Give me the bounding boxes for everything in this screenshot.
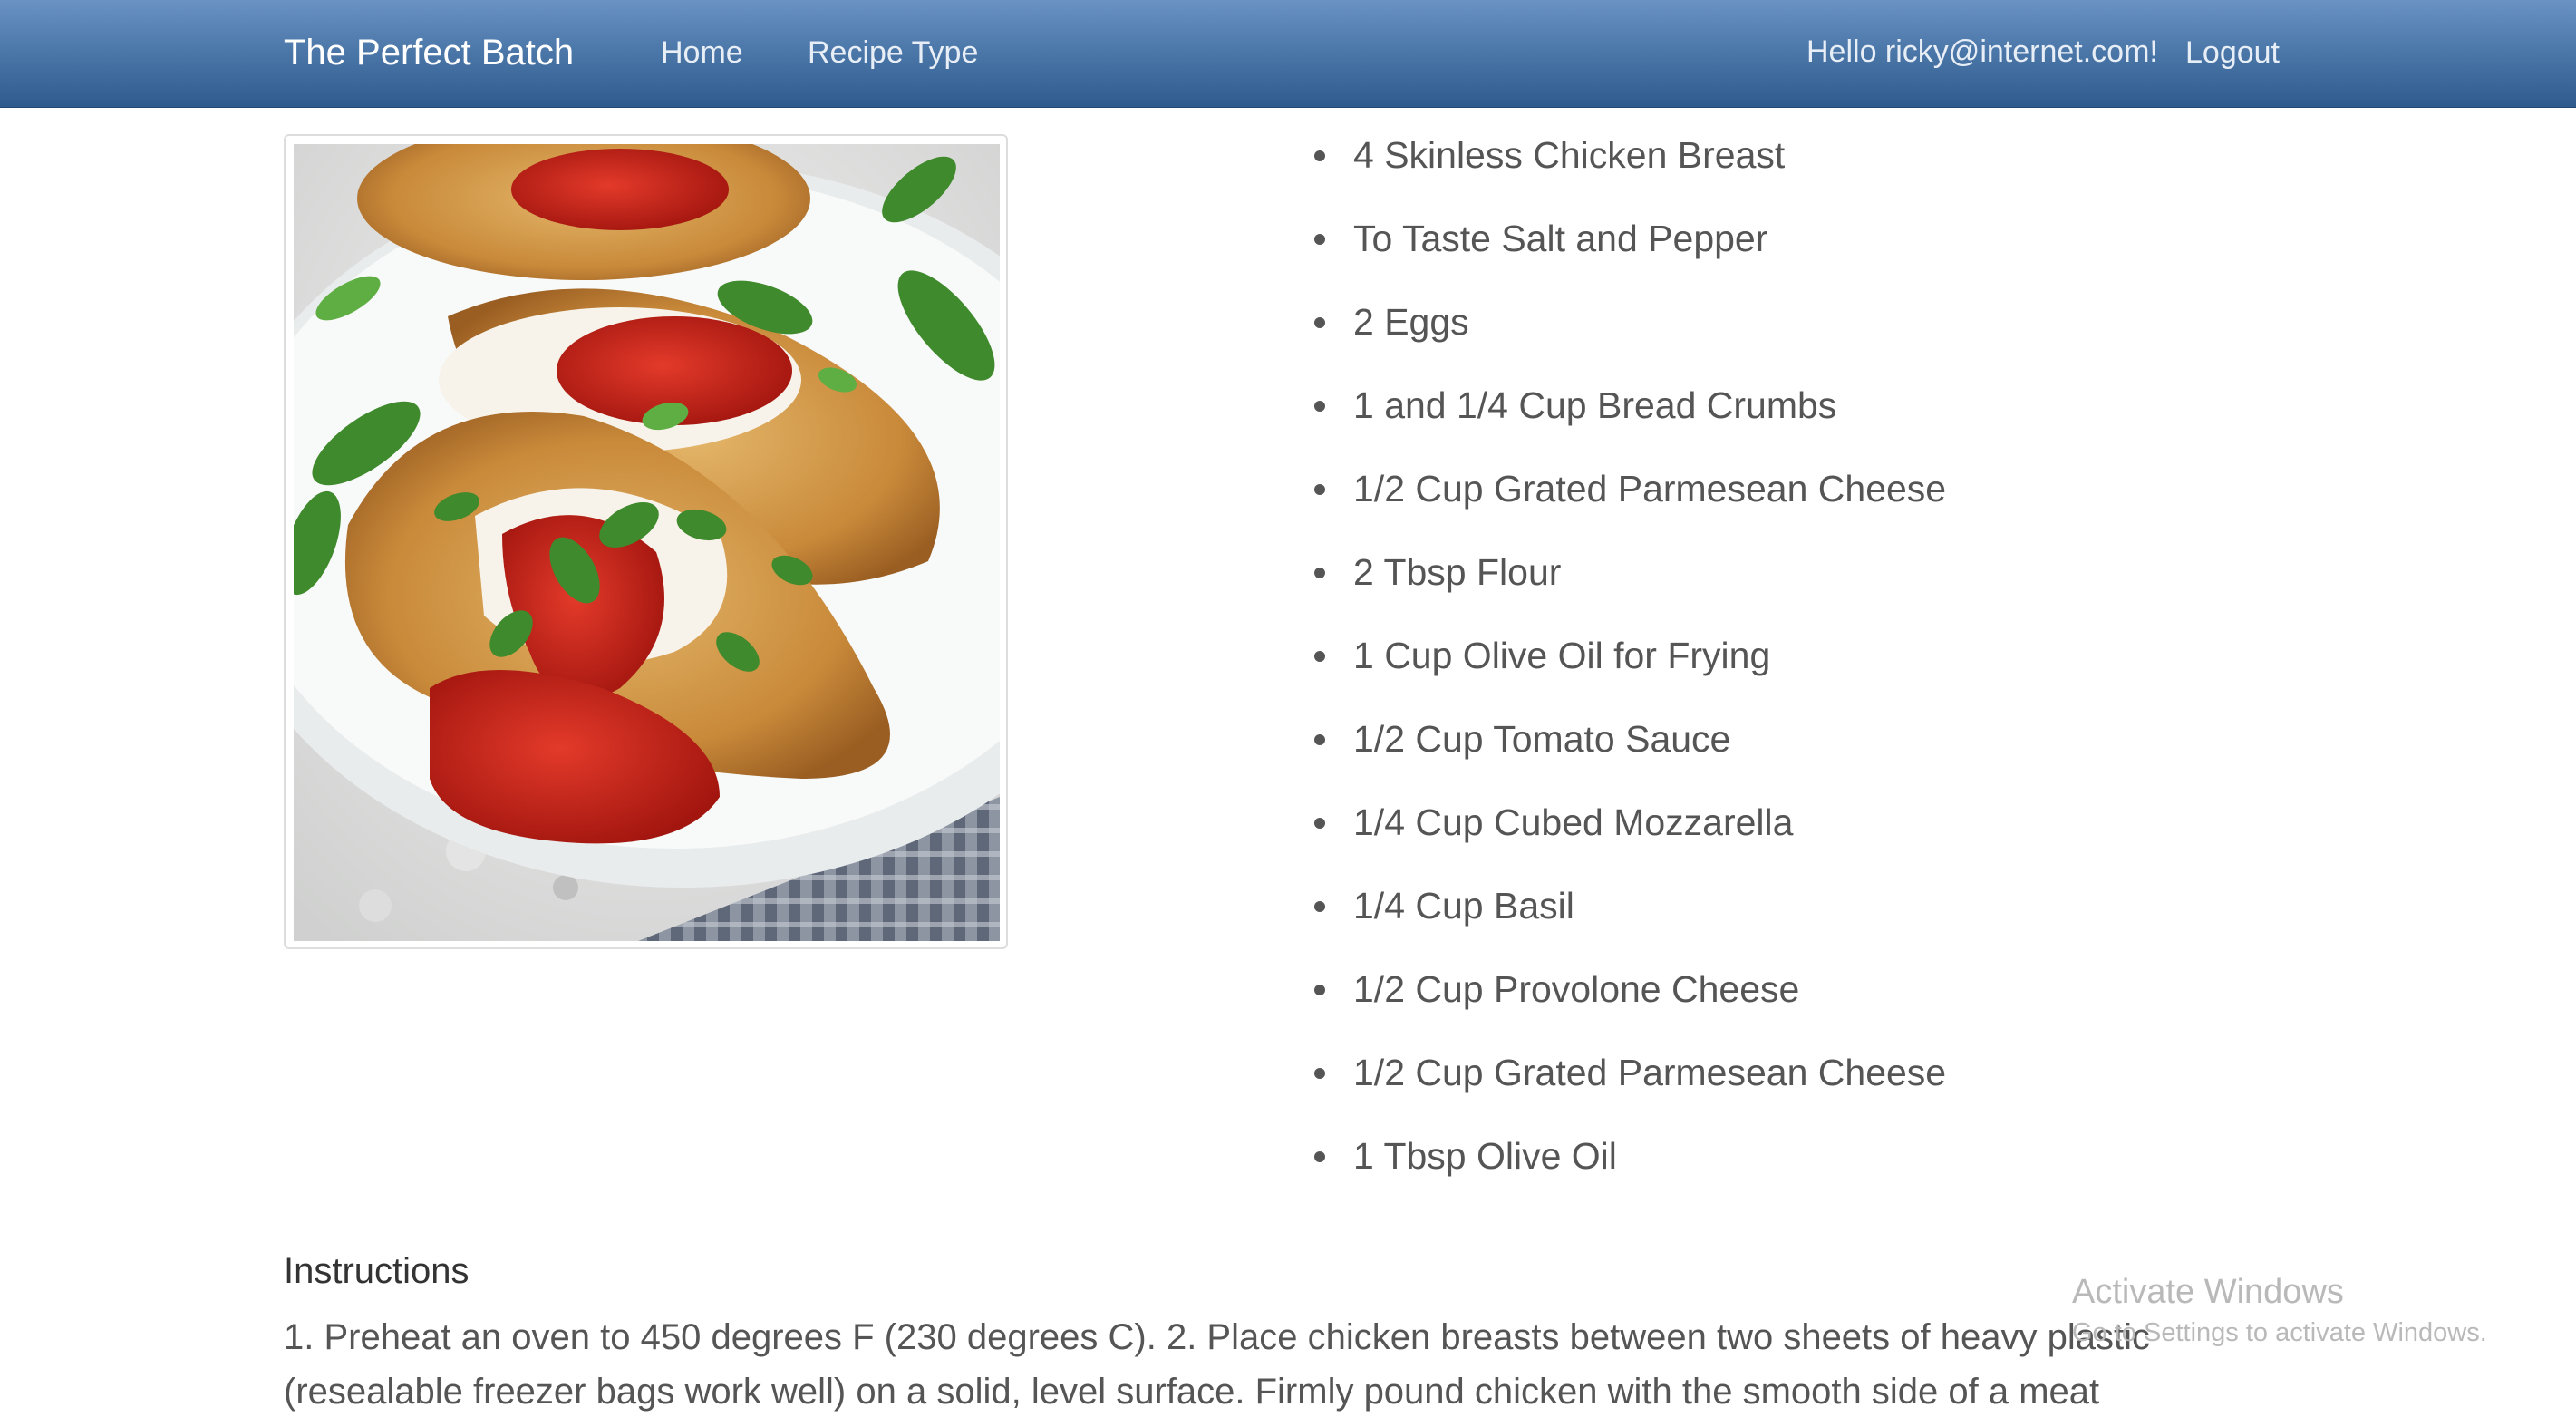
ingredient-item: 1 Tbsp Olive Oil bbox=[1314, 1126, 1946, 1209]
ingredient-text: 1/4 Cup Cubed Mozzarella bbox=[1353, 801, 1794, 843]
ingredient-item: 2 Eggs bbox=[1314, 292, 1946, 375]
ingredient-text: 1/4 Cup Basil bbox=[1353, 885, 1574, 927]
brand-link[interactable]: The Perfect Batch bbox=[284, 0, 574, 105]
nav-recipe-type-link[interactable]: Recipe Type bbox=[808, 0, 978, 105]
bullet-icon bbox=[1314, 234, 1325, 245]
bullet-icon bbox=[1314, 317, 1325, 328]
ingredient-text: 1/2 Cup Tomato Sauce bbox=[1353, 718, 1731, 760]
ingredient-item: To Taste Salt and Pepper bbox=[1314, 209, 1946, 292]
ingredient-text: 1 and 1/4 Cup Bread Crumbs bbox=[1353, 384, 1837, 426]
ingredient-text: 1/2 Cup Grated Parmesean Cheese bbox=[1353, 468, 1947, 510]
ingredient-item: 1/4 Cup Cubed Mozzarella bbox=[1314, 792, 1946, 876]
ingredient-item: 1/2 Cup Grated Parmesean Cheese bbox=[1314, 1043, 1946, 1126]
instructions-text: 1. Preheat an oven to 450 degrees F (230… bbox=[284, 1317, 2150, 1412]
ingredient-item: 1 Cup Olive Oil for Frying bbox=[1314, 626, 1946, 709]
ingredient-text: 4 Skinless Chicken Breast bbox=[1353, 134, 1786, 176]
nav-home-link[interactable]: Home bbox=[661, 0, 743, 105]
bullet-icon bbox=[1314, 150, 1325, 161]
ingredient-text: To Taste Salt and Pepper bbox=[1353, 218, 1768, 259]
user-greeting[interactable]: Hello ricky@internet.com! bbox=[1806, 0, 2158, 103]
bullet-icon bbox=[1314, 401, 1325, 412]
ingredient-item: 1/2 Cup Provolone Cheese bbox=[1314, 959, 1946, 1043]
bullet-icon bbox=[1314, 651, 1325, 662]
ingredient-item: 1/2 Cup Grated Parmesean Cheese bbox=[1314, 459, 1946, 542]
ingredient-text: 1 Tbsp Olive Oil bbox=[1353, 1135, 1617, 1177]
ingredient-text: 2 Eggs bbox=[1353, 301, 1469, 343]
watermark-title: Activate Windows bbox=[2072, 1273, 2344, 1311]
ingredient-item: 1/4 Cup Basil bbox=[1314, 876, 1946, 959]
bullet-icon bbox=[1314, 901, 1325, 912]
recipe-image-frame bbox=[284, 134, 1008, 949]
bullet-icon bbox=[1314, 1151, 1325, 1162]
bullet-icon bbox=[1314, 818, 1325, 829]
ingredient-text: 1 Cup Olive Oil for Frying bbox=[1353, 635, 1771, 676]
ingredient-text: 1/2 Cup Grated Parmesean Cheese bbox=[1353, 1052, 1947, 1093]
ingredient-text: 1/2 Cup Provolone Cheese bbox=[1353, 968, 1800, 1010]
ingredient-item: 4 Skinless Chicken Breast bbox=[1314, 125, 1946, 209]
activate-windows-watermark: Activate Windows Go to Settings to activ… bbox=[2072, 1269, 2487, 1351]
chicken-parmesan-photo bbox=[294, 144, 1000, 941]
ingredient-item: 2 Tbsp Flour bbox=[1314, 542, 1946, 626]
bullet-icon bbox=[1314, 568, 1325, 578]
instructions-heading: Instructions bbox=[284, 1251, 470, 1291]
watermark-subtitle: Go to Settings to activate Windows. bbox=[2072, 1318, 2487, 1347]
top-navbar: The Perfect Batch Home Recipe Type Hello… bbox=[0, 0, 2576, 108]
ingredient-item: 1/2 Cup Tomato Sauce bbox=[1314, 709, 1946, 792]
ingredients-list: 4 Skinless Chicken Breast To Taste Salt … bbox=[1314, 125, 1946, 1209]
logout-link[interactable]: Logout bbox=[2185, 0, 2280, 105]
bullet-icon bbox=[1314, 734, 1325, 745]
bullet-icon bbox=[1314, 1068, 1325, 1079]
bullet-icon bbox=[1314, 985, 1325, 995]
ingredient-item: 1 and 1/4 Cup Bread Crumbs bbox=[1314, 375, 1946, 459]
bullet-icon bbox=[1314, 484, 1325, 495]
ingredient-text: 2 Tbsp Flour bbox=[1353, 551, 1562, 593]
